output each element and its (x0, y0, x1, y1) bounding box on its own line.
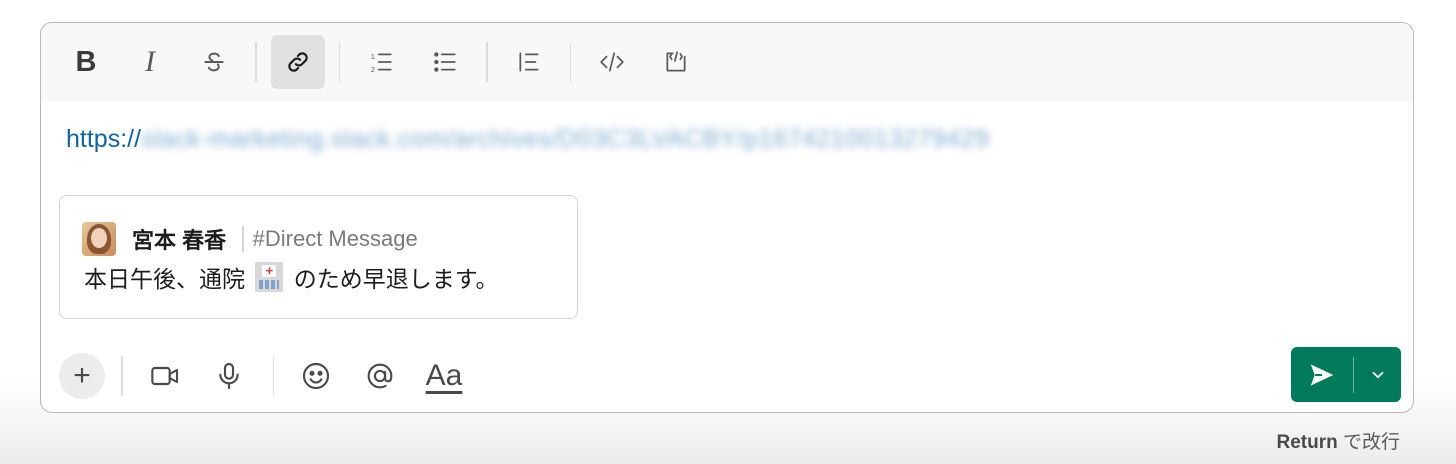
bulleted-list-button[interactable] (418, 35, 472, 89)
unfurl-message-text: 本日午後、通院 + のため早退します。 (84, 260, 498, 294)
toolbar-divider (486, 42, 488, 82)
plus-icon: + (73, 359, 91, 392)
hint-key: Return (1276, 432, 1338, 453)
message-unfurl-card[interactable]: 宮本 春香 #Direct Message 本日午後、通院 + のため早退します… (59, 195, 578, 319)
link-blurred-path: slack-marketing.slack.com/archives/D03C3… (141, 125, 990, 153)
code-block-icon (666, 51, 686, 72)
chevron-down-icon (1372, 371, 1383, 378)
send-button-group (1291, 347, 1401, 402)
schedule-send-button[interactable] (1354, 347, 1401, 402)
bold-button[interactable]: B (59, 35, 113, 89)
hint-text: で改行 (1337, 432, 1400, 453)
strikethrough-button[interactable] (187, 35, 241, 89)
link-button[interactable] (270, 35, 325, 89)
avatar (82, 222, 116, 256)
actions-divider (272, 356, 274, 396)
video-clip-button[interactable] (145, 356, 185, 396)
message-link[interactable]: https://slack-marketing.slack.com/archiv… (66, 125, 989, 154)
message-text-part: 本日午後、通院 (84, 266, 245, 292)
code-block-button[interactable] (649, 35, 703, 89)
emoji-button[interactable] (296, 356, 336, 396)
italic-icon: I (145, 45, 155, 78)
message-text-part: のため早退します。 (293, 266, 499, 292)
text-format-button[interactable]: Aa (424, 356, 464, 396)
message-input[interactable]: https://slack-marketing.slack.com/archiv… (41, 101, 1413, 341)
unfurl-header: 宮本 春香 #Direct Message (82, 222, 418, 256)
mention-button[interactable] (360, 356, 400, 396)
hospital-emoji-icon: + (255, 262, 284, 292)
svg-text:1: 1 (371, 52, 375, 61)
send-icon (1310, 363, 1334, 386)
formatting-toolbar: B I 1 2 (41, 23, 1413, 101)
toolbar-divider (255, 42, 257, 82)
mention-icon (367, 363, 393, 389)
blockquote-button[interactable] (502, 35, 556, 89)
composer-actions: + Aa (41, 341, 1413, 411)
microphone-icon (218, 362, 239, 390)
audio-clip-button[interactable] (209, 356, 249, 396)
text-format-icon: Aa (425, 359, 463, 392)
unfurl-divider (242, 226, 244, 252)
svg-text:2: 2 (371, 65, 375, 74)
code-icon (600, 52, 624, 72)
italic-button[interactable]: I (123, 35, 177, 89)
attach-button[interactable]: + (59, 353, 105, 399)
video-icon (150, 366, 178, 386)
toolbar-divider (338, 42, 340, 82)
code-button[interactable] (585, 35, 639, 89)
ordered-list-button[interactable]: 1 2 (354, 35, 408, 89)
blockquote-icon (518, 52, 539, 72)
bold-icon: B (75, 45, 97, 78)
ordered-list-icon: 1 2 (371, 52, 392, 74)
bulleted-list-icon (434, 52, 456, 72)
actions-divider (121, 356, 123, 396)
emoji-icon (302, 362, 330, 390)
strikethrough-icon (204, 52, 224, 72)
toolbar-divider (569, 42, 571, 82)
newline-hint: Return で改行 (1276, 427, 1400, 454)
send-button[interactable] (1291, 347, 1353, 402)
link-icon (287, 52, 308, 72)
message-composer: B I 1 2 https://slack-marketing.slack.co… (40, 22, 1414, 413)
link-prefix: https:// (66, 125, 142, 153)
channel-name: #Direct Message (252, 226, 418, 251)
author-name: 宮本 春香 (132, 228, 227, 253)
